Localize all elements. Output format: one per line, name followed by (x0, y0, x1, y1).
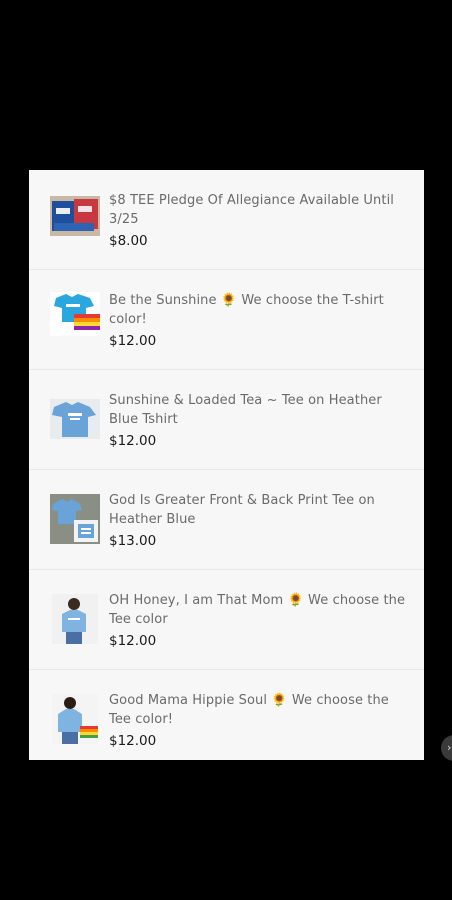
product-list-item[interactable]: OH Honey, I am That Mom 🌻 We choose the … (29, 570, 424, 670)
product-price: $8.00 (109, 233, 148, 249)
product-list-item[interactable]: Be the Sunshine 🌻 We choose the T-shirt … (29, 270, 424, 370)
product-list-item[interactable]: God Is Greater Front & Back Print Tee on… (29, 470, 424, 570)
product-info: OH Honey, I am That Mom 🌻 We choose the … (109, 591, 409, 650)
blue-tshirt-rainbow-photo[interactable] (50, 292, 100, 336)
product-info: God Is Greater Front & Back Print Tee on… (109, 491, 409, 550)
product-title[interactable]: $8 TEE Pledge Of Allegiance Available Un… (109, 191, 409, 229)
product-title[interactable]: Good Mama Hippie Soul 🌻 We choose the Te… (109, 691, 409, 729)
modal-backdrop[interactable]: $8 TEE Pledge Of Allegiance Available Un… (0, 0, 452, 900)
product-info: Good Mama Hippie Soul 🌻 We choose the Te… (109, 691, 409, 750)
product-list-item[interactable]: $8 TEE Pledge Of Allegiance Available Un… (29, 170, 424, 270)
product-info: $8 TEE Pledge Of Allegiance Available Un… (109, 191, 409, 250)
product-list-panel: $8 TEE Pledge Of Allegiance Available Un… (29, 170, 424, 760)
chevron-right-icon: › (447, 741, 452, 754)
product-price: $13.00 (109, 533, 157, 549)
heather-blue-tshirt-photo[interactable] (50, 397, 100, 441)
product-title[interactable]: Sunshine & Loaded Tea ~ Tee on Heather B… (109, 391, 409, 429)
product-info: Sunshine & Loaded Tea ~ Tee on Heather B… (109, 391, 409, 450)
front-back-tee-photo[interactable] (50, 494, 100, 544)
flag-shirts-photo[interactable] (50, 194, 100, 238)
product-list-item[interactable]: Good Mama Hippie Soul 🌻 We choose the Te… (29, 670, 424, 760)
carousel-next-button[interactable]: › (441, 735, 452, 761)
product-price: $12.00 (109, 733, 157, 749)
product-price: $12.00 (109, 433, 157, 449)
product-title[interactable]: Be the Sunshine 🌻 We choose the T-shirt … (109, 291, 409, 329)
product-price: $12.00 (109, 333, 157, 349)
product-list-item[interactable]: Sunshine & Loaded Tea ~ Tee on Heather B… (29, 370, 424, 470)
woman-tee-rainbow-photo[interactable] (50, 694, 100, 744)
product-price: $12.00 (109, 633, 157, 649)
product-title[interactable]: OH Honey, I am That Mom 🌻 We choose the … (109, 591, 409, 629)
product-info: Be the Sunshine 🌻 We choose the T-shirt … (109, 291, 409, 350)
product-title[interactable]: God Is Greater Front & Back Print Tee on… (109, 491, 409, 529)
woman-in-tee-photo[interactable] (50, 594, 100, 644)
